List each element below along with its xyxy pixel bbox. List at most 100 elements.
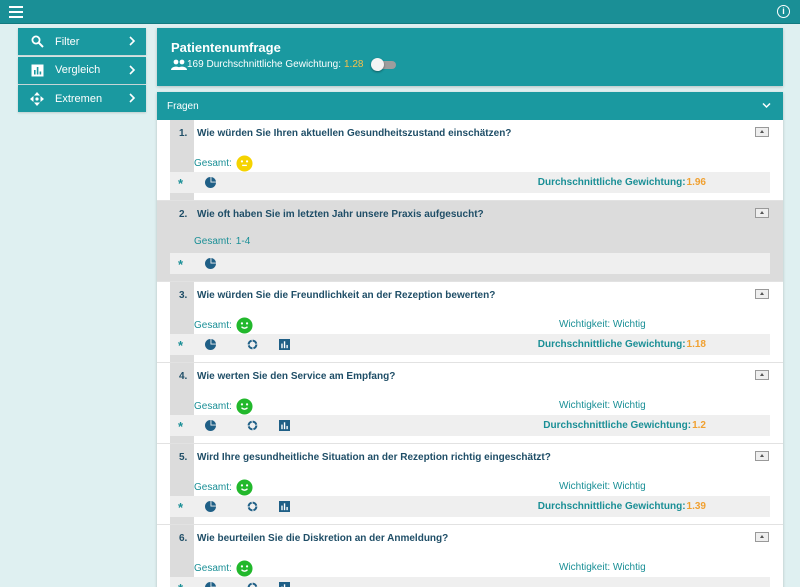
average-weight-value: 1.2 — [692, 420, 706, 431]
question-text: Wie würden Sie die Freundlichkeit an der… — [197, 290, 496, 301]
average-weight-label: Durchschnittliche Gewichtung: — [537, 339, 686, 350]
questions-panel-title: Fragen — [167, 101, 199, 112]
pie-chart-icon[interactable] — [205, 258, 216, 269]
gesamt-label: Gesamt: — [194, 236, 232, 247]
move-arrows-icon — [30, 91, 44, 106]
donut-chart-icon[interactable] — [247, 501, 258, 512]
question-list: 1. Wie würden Sie Ihren aktuellen Gesundh… — [157, 120, 783, 587]
question-card: 2. Wie oft haben Sie im letzten Jahr unse… — [157, 201, 783, 282]
gesamt-label: Gesamt: — [194, 482, 232, 493]
question-footer: * Durchschnittliche Gewichtung:1.96 — [170, 172, 770, 193]
question-number: 2. — [179, 209, 188, 220]
average-weight-label: Durchschnittliche Gewichtung: — [206, 58, 341, 70]
importance-label: Wichtigkeit: Wichtig — [559, 562, 646, 573]
sidebar-item-label: Filter — [55, 35, 80, 48]
star-marker[interactable]: * — [178, 257, 183, 272]
search-icon — [30, 35, 44, 49]
question-card: 5. Wird Ihre gesundheitliche Situation an… — [157, 444, 783, 525]
respondent-count: 169 — [187, 58, 204, 70]
average-weight: Durchschnittliche Gewichtung:1.96 — [538, 177, 706, 188]
question-footer: * Durchschnittliche Gewichtung:1.2 — [170, 415, 770, 436]
question-card: 1. Wie würden Sie Ihren aktuellen Gesundh… — [157, 120, 783, 201]
pie-chart-icon[interactable] — [205, 339, 216, 350]
gesamt-label: Gesamt: — [194, 401, 232, 412]
average-weight-value: 1.96 — [686, 177, 706, 188]
star-marker[interactable]: * — [178, 581, 183, 587]
top-app-bar: i — [0, 0, 800, 24]
average-weight-value: 1.39 — [686, 501, 706, 512]
importance-label: Wichtigkeit: Wichtig — [559, 319, 646, 330]
bar-chart-icon[interactable] — [279, 582, 290, 587]
hamburger-menu-icon[interactable] — [9, 6, 23, 18]
overall-result: Gesamt: — [194, 479, 253, 496]
question-footer: * — [170, 577, 770, 587]
question-card: 3. Wie würden Sie die Freundlichkeit an d… — [157, 282, 783, 363]
pie-chart-icon[interactable] — [205, 501, 216, 512]
sidebar-item-label: Extremen — [55, 92, 103, 105]
gesamt-label: Gesamt: — [194, 563, 232, 574]
question-footer: * Durchschnittliche Gewichtung:1.39 — [170, 496, 770, 517]
chevron-down-icon[interactable] — [762, 102, 771, 109]
chevron-right-icon — [129, 36, 136, 46]
bar-chart-icon[interactable] — [279, 339, 290, 350]
pie-chart-icon[interactable] — [205, 177, 216, 188]
bar-chart-icon[interactable] — [279, 420, 290, 431]
collapse-question-button[interactable] — [755, 289, 769, 299]
overall-result: Gesamt: — [194, 398, 253, 415]
page-title: Patientenumfrage — [171, 40, 281, 55]
question-text: Wie oft haben Sie im letzten Jahr unsere… — [197, 209, 484, 220]
smiley-rating-icon — [236, 398, 253, 415]
overall-result: Gesamt: — [194, 317, 253, 334]
question-card: 4. Wie werten Sie den Service am Empfang?… — [157, 363, 783, 444]
gesamt-value: 1-4 — [235, 236, 251, 247]
gesamt-label: Gesamt: — [194, 158, 232, 169]
collapse-question-button[interactable] — [755, 451, 769, 461]
sidebar-item-extremen[interactable]: Extremen — [18, 85, 146, 112]
chevron-right-icon — [129, 93, 136, 103]
gesamt-label: Gesamt: — [194, 320, 232, 331]
average-weight-label: Durchschnittliche Gewichtung: — [537, 501, 686, 512]
collapse-question-button[interactable] — [755, 532, 769, 542]
donut-chart-icon[interactable] — [247, 339, 258, 350]
question-card: 6. Wie beurteilen Sie die Diskretion an d… — [157, 525, 783, 587]
sidebar: Filter Vergleich Extremen — [18, 28, 146, 114]
star-marker[interactable]: * — [178, 338, 183, 353]
star-marker[interactable]: * — [178, 500, 183, 515]
sidebar-item-filter[interactable]: Filter — [18, 28, 146, 55]
sidebar-item-vergleich[interactable]: Vergleich — [18, 56, 146, 84]
question-text: Wie werten Sie den Service am Empfang? — [197, 371, 396, 382]
questions-panel: Fragen 1. Wie würden Sie Ihren aktuellen … — [157, 92, 783, 587]
collapse-question-button[interactable] — [755, 208, 769, 218]
collapse-question-button[interactable] — [755, 127, 769, 137]
average-weight-label: Durchschnittliche Gewichtung: — [543, 420, 692, 431]
pie-chart-icon[interactable] — [205, 582, 216, 587]
questions-panel-header[interactable]: Fragen — [157, 92, 783, 120]
question-number: 4. — [179, 371, 188, 382]
question-text: Wie würden Sie Ihren aktuellen Gesundhei… — [197, 128, 512, 139]
average-weight: Durchschnittliche Gewichtung:1.39 — [538, 501, 706, 512]
overall-result: Gesamt: — [194, 155, 253, 172]
donut-chart-icon[interactable] — [247, 420, 258, 431]
question-number: 5. — [179, 452, 188, 463]
info-icon[interactable]: i — [777, 5, 790, 18]
average-weight: Durchschnittliche Gewichtung:1.2 — [543, 420, 706, 431]
chevron-right-icon — [129, 64, 136, 75]
overall-result: Gesamt: 1-4 — [194, 236, 250, 247]
smiley-rating-icon — [236, 317, 253, 334]
bar-chart-icon[interactable] — [279, 501, 290, 512]
smiley-rating-icon — [236, 479, 253, 496]
overall-result: Gesamt: — [194, 560, 253, 577]
importance-label: Wichtigkeit: Wichtig — [559, 481, 646, 492]
star-marker[interactable]: * — [178, 176, 183, 191]
people-icon — [171, 59, 187, 70]
pie-chart-icon[interactable] — [205, 420, 216, 431]
smiley-rating-icon — [236, 155, 253, 172]
donut-chart-icon[interactable] — [247, 582, 258, 587]
average-weight-label: Durchschnittliche Gewichtung: — [537, 177, 686, 188]
average-weight: Durchschnittliche Gewichtung:1.18 — [538, 339, 706, 350]
star-marker[interactable]: * — [178, 419, 183, 434]
collapse-question-button[interactable] — [755, 370, 769, 380]
question-number: 1. — [179, 128, 188, 139]
weight-toggle[interactable] — [371, 58, 397, 71]
question-text: Wie beurteilen Sie die Diskretion an der… — [197, 533, 449, 544]
